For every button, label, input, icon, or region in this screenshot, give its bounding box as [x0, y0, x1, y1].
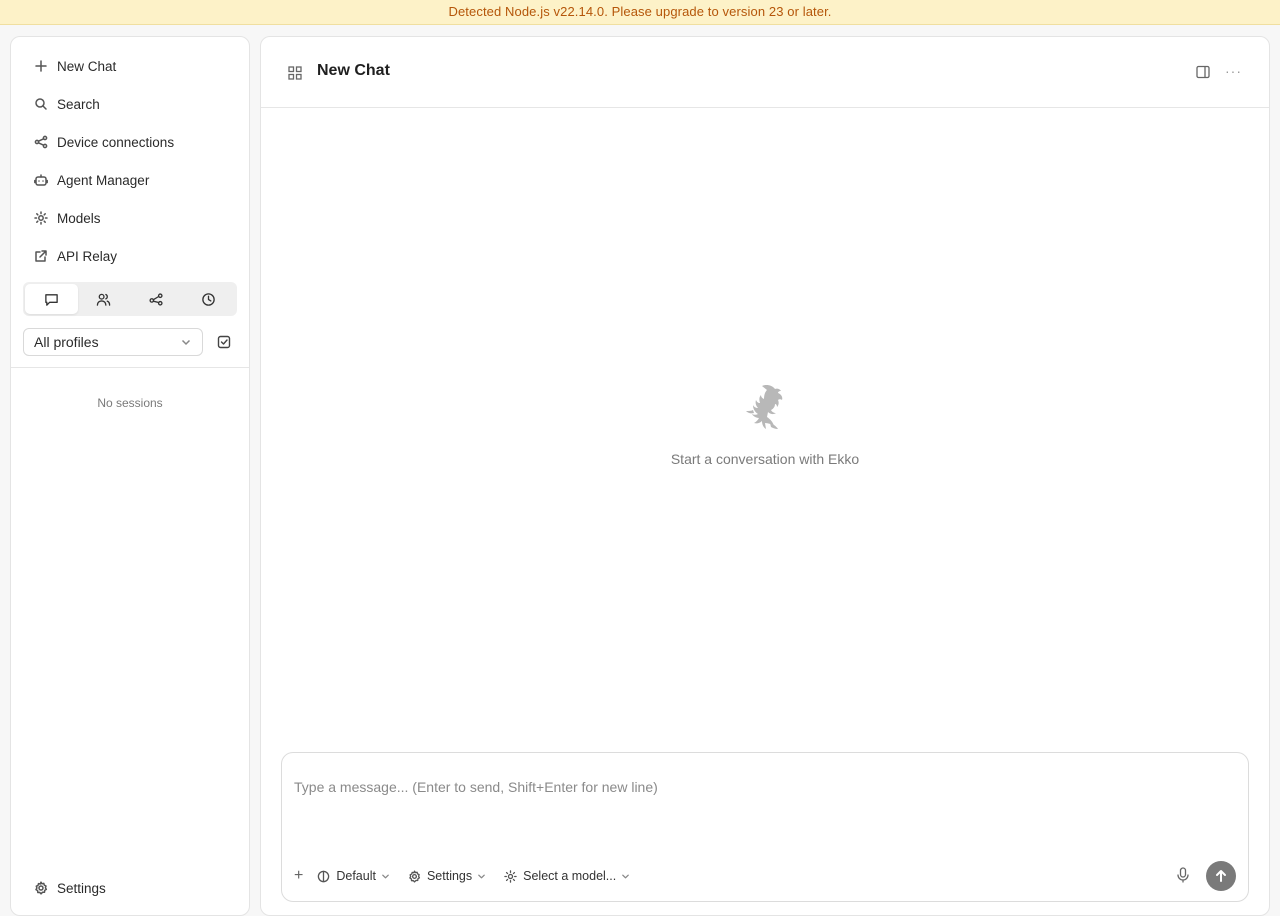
tab-history[interactable]: [183, 284, 236, 314]
gear-icon: [33, 880, 49, 896]
send-button[interactable]: [1206, 861, 1236, 891]
arrow-up-icon: [1216, 870, 1226, 882]
tab-chats[interactable]: [25, 284, 78, 314]
model-dropdown[interactable]: Select a model...: [504, 869, 630, 883]
model-dropdown-label: Select a model...: [523, 869, 617, 883]
chevron-down-icon: [382, 874, 389, 878]
sidebar-item-settings[interactable]: Settings: [23, 873, 239, 903]
chat-bubble-icon: [44, 293, 58, 306]
sidebar-divider: [11, 367, 249, 368]
banner-text: Detected Node.js v22.14.0. Please upgrad…: [448, 4, 832, 19]
tab-users[interactable]: [78, 284, 131, 314]
sidebar-item-label: Device connections: [57, 134, 175, 150]
search-icon: [33, 96, 49, 112]
toggle-panel-button[interactable]: [1195, 64, 1211, 80]
empty-state-text: Start a conversation with Ekko: [670, 451, 860, 467]
message-composer: + Default Settings Select a model...: [281, 752, 1249, 902]
contrast-icon: [318, 870, 330, 882]
ellipsis-icon: ···: [1225, 63, 1242, 79]
chevron-down-icon: [478, 874, 485, 878]
grid-icon: [288, 66, 302, 80]
composer-toolbar: + Default Settings Select a model...: [294, 865, 648, 887]
graph-icon: [149, 292, 163, 306]
clock-icon: [202, 292, 216, 306]
apps-grid-button[interactable]: [287, 65, 303, 81]
sun-icon: [33, 210, 49, 226]
sidebar-item-models[interactable]: Models: [23, 203, 239, 233]
sidebar-item-search[interactable]: Search: [23, 89, 239, 119]
chevron-down-icon: [181, 339, 191, 346]
plus-icon: [33, 58, 49, 74]
share-icon: [33, 134, 49, 150]
sidebar-item-label: Models: [57, 210, 101, 226]
voice-input-button[interactable]: [1176, 867, 1192, 885]
side-panel-icon: [1196, 65, 1210, 79]
ekko-logo-icon: [746, 385, 783, 429]
sidebar: New Chat Search Device connections Agent…: [10, 36, 250, 916]
chat-panel: New Chat ··· Start a conversation with E…: [260, 36, 1270, 916]
attach-button[interactable]: +: [294, 867, 303, 885]
chevron-down-icon: [622, 874, 630, 878]
sidebar-tab-bar: [23, 282, 237, 316]
profile-select[interactable]: All profiles: [23, 328, 203, 356]
sidebar-item-label: New Chat: [57, 58, 117, 74]
sidebar-item-new-chat[interactable]: New Chat: [23, 51, 239, 81]
node-version-warning-banner: Detected Node.js v22.14.0. Please upgrad…: [0, 0, 1280, 25]
sidebar-item-agent-manager[interactable]: Agent Manager: [23, 165, 239, 195]
sidebar-item-label: Settings: [57, 880, 106, 896]
microphone-icon: [1177, 867, 1189, 883]
bot-icon: [33, 172, 49, 188]
gear-icon: [409, 869, 421, 883]
sun-icon: [504, 869, 517, 883]
checkbox-check-icon: [217, 335, 231, 349]
more-options-button[interactable]: ···: [1225, 63, 1245, 79]
sidebar-item-label: Agent Manager: [57, 172, 150, 188]
profile-select-value: All profiles: [34, 334, 99, 350]
plus-icon: +: [294, 867, 304, 884]
mode-dropdown[interactable]: Default: [317, 869, 390, 883]
empty-state: Start a conversation with Ekko: [261, 383, 1269, 467]
mode-dropdown-label: Default: [336, 869, 376, 883]
sidebar-item-label: Search: [57, 96, 100, 112]
select-sessions-button[interactable]: [215, 333, 233, 351]
page-title: New Chat: [317, 62, 390, 79]
external-link-icon: [33, 248, 49, 264]
sidebar-item-device-connections[interactable]: Device connections: [23, 127, 239, 157]
users-icon: [97, 293, 111, 306]
settings-dropdown[interactable]: Settings: [408, 869, 486, 883]
tab-graph[interactable]: [130, 284, 183, 314]
message-input[interactable]: [294, 777, 1224, 797]
settings-dropdown-label: Settings: [426, 869, 473, 883]
no-sessions-text: No sessions: [97, 396, 163, 410]
chat-header: New Chat ···: [261, 37, 1269, 108]
sidebar-item-api-relay[interactable]: API Relay: [23, 241, 239, 271]
sidebar-item-label: API Relay: [57, 248, 118, 264]
